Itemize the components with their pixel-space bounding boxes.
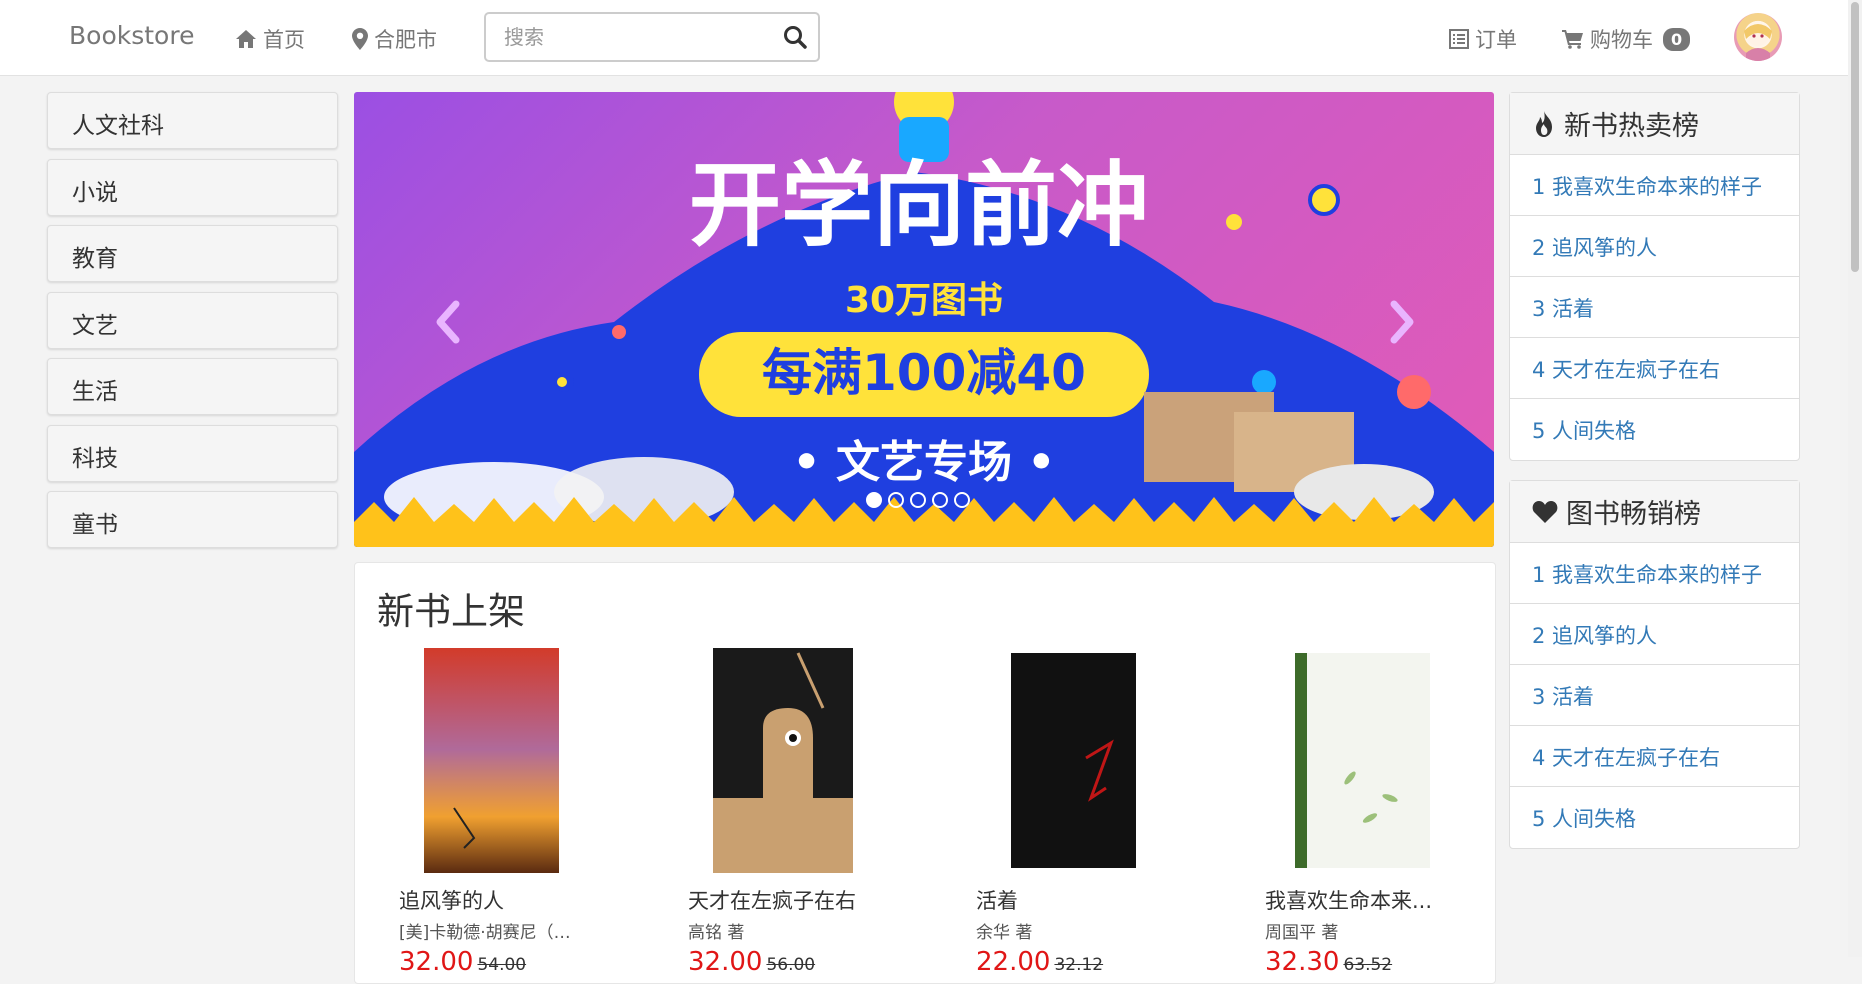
carousel-next-chevron-icon[interactable] <box>1384 292 1424 352</box>
book-price-row: 32.30 63.52 <box>1265 947 1495 977</box>
book-cover-image[interactable] <box>703 648 858 873</box>
hot-new-item[interactable]: 5 人间失格 <box>1510 399 1799 460</box>
book-card[interactable]: 我喜欢生命本来... 周国平 著 32.30 63.52 <box>1265 648 1495 977</box>
fire-icon <box>1536 110 1552 137</box>
book-author: 余华 著 <box>976 923 1033 943</box>
category-item[interactable]: 教育 <box>47 225 338 282</box>
hot-new-item[interactable]: 2 追风筝的人 <box>1510 216 1799 277</box>
hot-new-item[interactable]: 4 天才在左疯子在右 <box>1510 338 1799 399</box>
hot-new-books-panel: 新书热卖榜 1 我喜欢生命本来的样子 2 追风筝的人 3 活着 4 天才在左疯子… <box>1509 92 1800 461</box>
carousel-indicator[interactable] <box>954 492 970 508</box>
book-price: 32.00 <box>688 947 763 977</box>
shopping-cart-icon <box>1562 30 1583 49</box>
user-avatar[interactable] <box>1734 13 1782 61</box>
carousel-prev-chevron-icon[interactable] <box>426 292 466 352</box>
bestseller-item[interactable]: 5 人间失格 <box>1510 787 1799 848</box>
avatar-illustration <box>1744 24 1772 61</box>
banner-headline: 开学向前冲 <box>689 152 1149 259</box>
category-item[interactable]: 童书 <box>47 491 338 548</box>
book-old-price: 56.00 <box>766 955 816 975</box>
brand-link[interactable]: Bookstore <box>69 21 194 50</box>
bestseller-item[interactable]: 2 追风筝的人 <box>1510 604 1799 665</box>
book-price: 22.00 <box>976 947 1051 977</box>
category-item[interactable]: 人文社科 <box>47 92 338 149</box>
bestseller-item[interactable]: 1 我喜欢生命本来的样子 <box>1510 543 1799 604</box>
book-card[interactable]: 追风筝的人 [美]卡勒德·胡赛尼（K... 32.00 54.00 <box>399 648 629 977</box>
nav-orders-link[interactable]: 订单 <box>1449 24 1517 54</box>
search-icon[interactable] <box>782 24 808 50</box>
carousel-indicator[interactable] <box>866 492 882 508</box>
category-item[interactable]: 小说 <box>47 159 338 216</box>
nav-home-label: 首页 <box>263 28 305 52</box>
new-books-panel: 新书上架 追风筝的人 [美]卡勒德·胡赛尼（K... 32.00 54.00 天才… <box>354 562 1496 984</box>
book-old-price: 54.00 <box>477 955 527 975</box>
book-author: 周国平 著 <box>1265 923 1339 943</box>
category-item[interactable]: 生活 <box>47 358 338 415</box>
carousel-indicator[interactable] <box>910 492 926 508</box>
carousel-indicators <box>866 492 970 508</box>
bestseller-item[interactable]: 3 活着 <box>1510 665 1799 726</box>
search-input[interactable] <box>486 14 802 60</box>
book-old-price: 32.12 <box>1054 955 1104 975</box>
book-cover-image[interactable] <box>991 648 1146 873</box>
cart-count-badge: 0 <box>1663 27 1691 51</box>
book-cover-image[interactable] <box>414 648 569 873</box>
bestsellers-header: 图书畅销榜 <box>1510 481 1799 543</box>
home-icon <box>236 30 256 48</box>
nav-orders-label: 订单 <box>1475 28 1517 52</box>
nav-cart-link[interactable]: 购物车 0 <box>1562 24 1691 54</box>
nav-cart-label: 购物车 <box>1590 28 1653 52</box>
book-title[interactable]: 追风筝的人 <box>399 885 579 915</box>
nav-city-link[interactable]: 合肥市 <box>352 24 437 54</box>
top-navbar: Bookstore 首页 合肥市 订单 购物车 0 <box>0 0 1862 76</box>
book-price: 32.00 <box>399 947 474 977</box>
carousel-indicator[interactable] <box>888 492 904 508</box>
book-cover-image[interactable] <box>1280 648 1435 873</box>
book-card[interactable]: 天才在左疯子在右 高铭 著 32.00 56.00 <box>688 648 918 977</box>
search-box <box>484 12 820 62</box>
banner-sub1: 30万图书 <box>845 280 1003 321</box>
book-old-price: 63.52 <box>1343 955 1393 975</box>
bestsellers-panel: 图书畅销榜 1 我喜欢生命本来的样子 2 追风筝的人 3 活着 4 天才在左疯子… <box>1509 480 1800 849</box>
scrollbar-thumb[interactable] <box>1851 2 1859 272</box>
category-item[interactable]: 科技 <box>47 425 338 482</box>
map-marker-icon <box>352 28 368 50</box>
carousel-indicator[interactable] <box>932 492 948 508</box>
banner-image: 开学向前冲 30万图书 每满100减40 • 文艺专场 • <box>354 92 1494 547</box>
book-title[interactable]: 天才在左疯子在右 <box>688 885 868 915</box>
book-title[interactable]: 我喜欢生命本来... <box>1265 885 1445 915</box>
new-books-title: 新书上架 <box>377 590 525 633</box>
banner-sub3: • 文艺专场 • <box>793 437 1056 488</box>
book-author: 高铭 著 <box>688 923 745 943</box>
book-title[interactable]: 活着 <box>976 885 1156 915</box>
list-alt-icon <box>1449 29 1469 49</box>
nav-home-link[interactable]: 首页 <box>235 24 305 54</box>
book-price-row: 22.00 32.12 <box>976 947 1206 977</box>
book-price-row: 32.00 54.00 <box>399 947 629 977</box>
hot-new-item[interactable]: 3 活着 <box>1510 277 1799 338</box>
heart-icon <box>1532 500 1558 523</box>
book-author: [美]卡勒德·胡赛尼（K... <box>399 923 579 943</box>
bestsellers-title: 图书畅销榜 <box>1566 499 1701 530</box>
bestseller-item[interactable]: 4 天才在左疯子在右 <box>1510 726 1799 787</box>
hot-new-header: 新书热卖榜 <box>1510 93 1799 155</box>
hot-new-item[interactable]: 1 我喜欢生命本来的样子 <box>1510 155 1799 216</box>
book-card[interactable]: 活着 余华 著 22.00 32.12 <box>976 648 1206 977</box>
page-scrollbar[interactable] <box>1848 0 1862 957</box>
hot-new-title: 新书热卖榜 <box>1564 111 1699 142</box>
nav-city-label: 合肥市 <box>374 28 437 52</box>
book-price: 32.30 <box>1265 947 1340 977</box>
banner-sub2: 每满100减40 <box>762 344 1086 402</box>
category-item[interactable]: 文艺 <box>47 292 338 349</box>
banner-carousel[interactable]: 开学向前冲 30万图书 每满100减40 • 文艺专场 • <box>354 92 1494 547</box>
book-price-row: 32.00 56.00 <box>688 947 918 977</box>
